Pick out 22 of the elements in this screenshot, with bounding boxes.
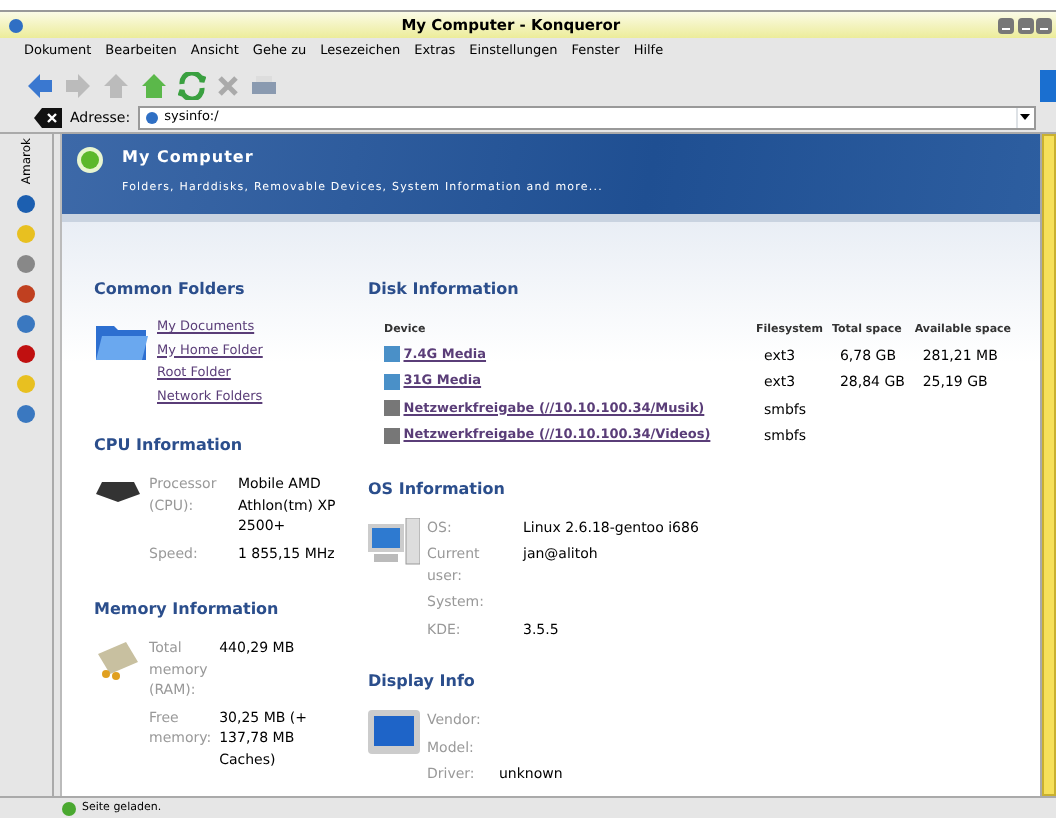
page-title: My Computer [122,146,256,170]
reload-icon[interactable] [178,71,206,99]
clear-address-icon[interactable] [34,108,62,128]
section-heading: CPU Information [94,434,245,459]
app-icon[interactable] [8,17,24,33]
stop-icon[interactable] [216,73,240,97]
minimize-icon[interactable] [1017,17,1033,33]
section-heading: Disk Information [368,278,521,302]
home-icon[interactable] [140,71,168,99]
section-heading: Memory Information [94,598,281,623]
section-heading: Common Folders [94,278,247,302]
desktop-computer-icon [368,517,420,565]
section-heading: Display Info [368,670,477,694]
caret-icon [1020,113,1031,120]
computer-logo-icon [76,146,104,174]
memory-chip-icon [94,638,142,683]
back-arrow-icon[interactable] [26,71,54,99]
dropdown-button[interactable] [1015,108,1034,128]
section-heading: OS Information [368,477,507,501]
scrollbar[interactable] [1040,134,1056,796]
page-icon [146,112,159,124]
print-icon[interactable] [250,73,278,97]
